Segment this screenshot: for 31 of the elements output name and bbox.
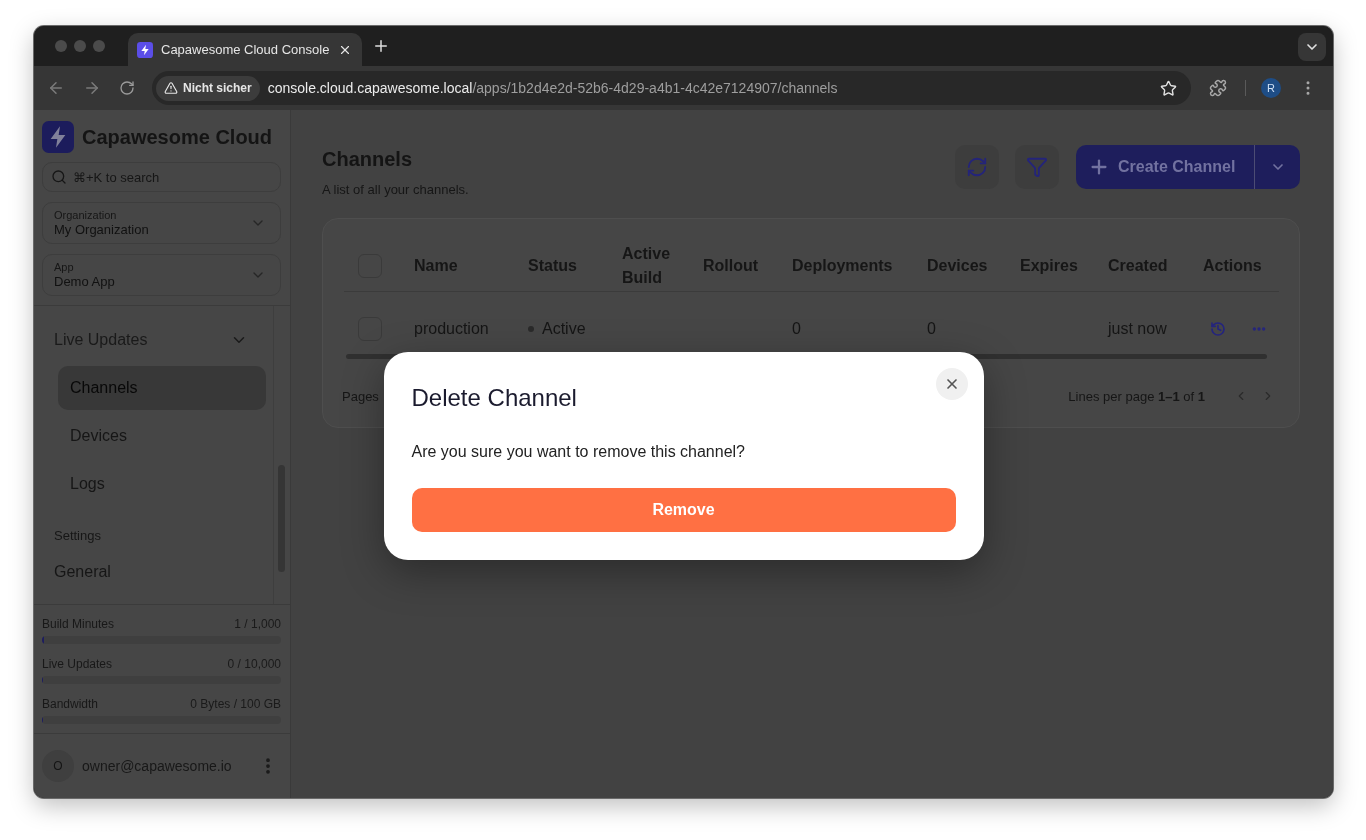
search-icon (51, 169, 67, 185)
window-control-icon[interactable] (93, 40, 105, 52)
forward-icon[interactable] (83, 79, 101, 97)
lightning-bolt-icon (137, 41, 153, 58)
filter-button[interactable] (1015, 145, 1059, 189)
filter-icon (1026, 156, 1048, 178)
reload-icon[interactable] (119, 80, 135, 96)
warning-icon (164, 81, 178, 95)
window-control-icon[interactable] (55, 40, 67, 52)
refresh-icon (966, 156, 988, 178)
back-icon[interactable] (47, 79, 65, 97)
address-bar[interactable]: Nicht sicher console.cloud.capawesome.local/apps/1b2d4e2d-52b6-4d29-a4b1-4c42e7124907/channels (152, 71, 1191, 105)
history-icon[interactable] (1210, 321, 1226, 337)
close-button[interactable] (935, 368, 968, 400)
window-control-icon[interactable] (74, 40, 86, 52)
security-chip[interactable]: Nicht sicher (156, 75, 260, 101)
create-options-button[interactable] (1254, 145, 1300, 189)
refresh-button[interactable] (955, 145, 999, 189)
dialog-title: Delete Channel (411, 383, 578, 413)
status-dot-icon (528, 326, 534, 332)
puzzle-icon[interactable] (1209, 79, 1227, 97)
tab-list-button[interactable] (1298, 33, 1326, 61)
create-channel-button[interactable]: Create Channel (1076, 145, 1254, 189)
plus-icon[interactable] (372, 37, 390, 55)
remove-button[interactable]: Remove (411, 488, 956, 532)
url-text: console.cloud.capawesome.local/apps/1b2d4e2d-52b6-4d29-a4b1-4c42e7124907/channels (267, 80, 838, 96)
dialog-message: Are you sure you want to remove this channel? (411, 442, 746, 462)
star-icon[interactable] (1160, 79, 1177, 97)
profile-avatar[interactable]: R (1261, 78, 1281, 98)
browser-tab[interactable]: Capawesome Cloud Console (128, 33, 362, 66)
lightning-bolt-logo-icon (42, 121, 74, 153)
